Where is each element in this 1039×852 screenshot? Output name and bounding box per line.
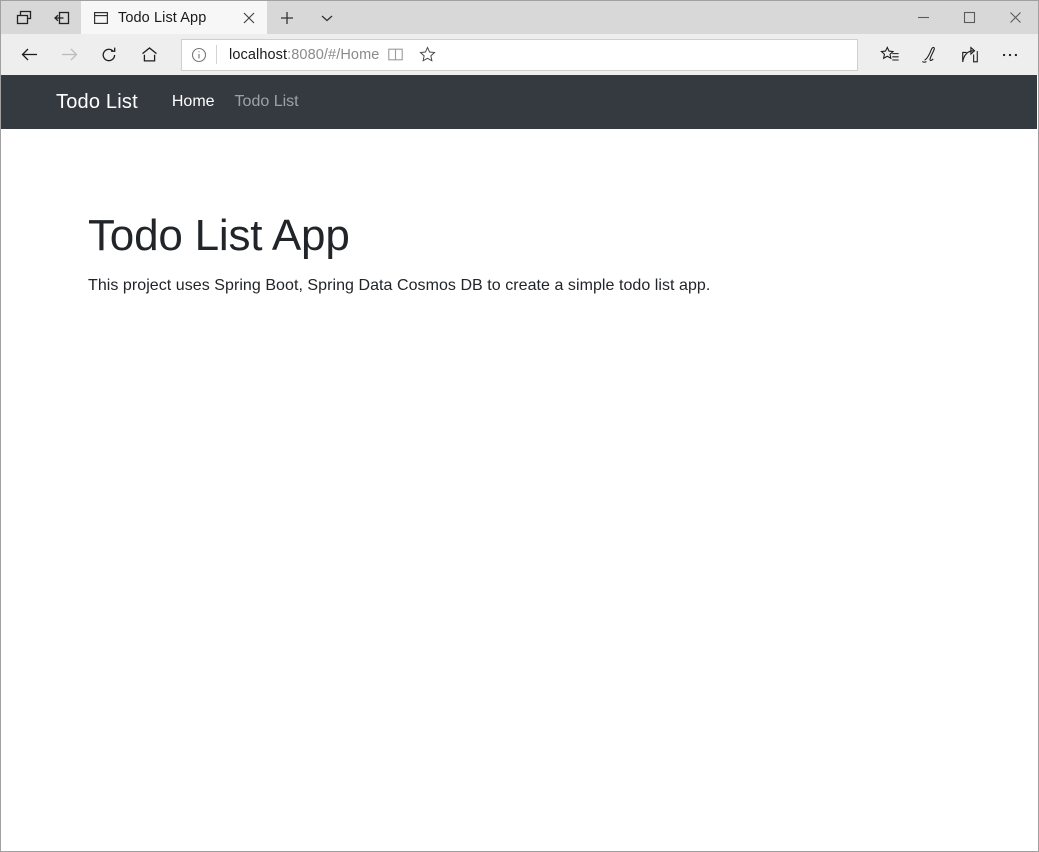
- url-path: :8080/#/Home: [287, 47, 379, 63]
- tab-strip: Todo List App: [1, 1, 1038, 34]
- navbar-brand[interactable]: Todo List: [56, 91, 138, 114]
- page-title: Todo List App: [88, 212, 1038, 260]
- nav-link-todo-list[interactable]: Todo List: [225, 93, 309, 111]
- nav-link-home[interactable]: Home: [162, 93, 225, 111]
- maximize-icon[interactable]: [946, 1, 992, 34]
- minimize-icon[interactable]: [900, 1, 946, 34]
- address-bar[interactable]: localhost:8080/#/Home: [181, 39, 858, 71]
- browser-toolbar: localhost:8080/#/Home: [1, 34, 1038, 75]
- tab-close-icon[interactable]: [237, 6, 261, 30]
- browser-tab[interactable]: Todo List App: [81, 1, 267, 34]
- url-host: localhost: [229, 47, 287, 63]
- favorite-star-icon[interactable]: [411, 40, 443, 70]
- site-navbar: Todo List Home Todo List: [1, 75, 1037, 129]
- home-icon[interactable]: [129, 37, 169, 73]
- favorites-hub-star-list-icon[interactable]: [870, 37, 910, 73]
- back-arrow-left-icon[interactable]: [9, 37, 49, 73]
- toolbar-actions: [864, 37, 1030, 73]
- share-icon[interactable]: [950, 37, 990, 73]
- show-set-aside-tabs-icon[interactable]: [5, 1, 43, 34]
- page-description: This project uses Spring Boot, Spring Da…: [88, 277, 1038, 295]
- tab-title: Todo List App: [118, 10, 228, 26]
- browser-window: Todo List App: [0, 0, 1039, 852]
- page-content: Todo List App This project uses Spring B…: [1, 129, 1038, 295]
- web-notes-pen-icon[interactable]: [910, 37, 950, 73]
- settings-ellipsis-icon[interactable]: [990, 37, 1030, 73]
- refresh-icon[interactable]: [89, 37, 129, 73]
- set-tabs-aside-icon[interactable]: [43, 1, 81, 34]
- url-text[interactable]: localhost:8080/#/Home: [217, 47, 379, 63]
- page-viewport: Todo List Home Todo List Todo List App T…: [1, 75, 1038, 851]
- tab-menu-chevron-down-icon[interactable]: [307, 1, 347, 34]
- page-icon: [93, 10, 109, 26]
- set-aside-controls: [1, 1, 81, 34]
- window-controls: [900, 1, 1038, 34]
- site-info-icon[interactable]: [182, 47, 216, 63]
- window-close-icon[interactable]: [992, 1, 1038, 34]
- forward-arrow-right-icon: [49, 37, 89, 73]
- navbar-links: Home Todo List: [162, 93, 309, 111]
- reading-view-book-icon[interactable]: [379, 40, 411, 70]
- new-tab-button[interactable]: [267, 1, 307, 34]
